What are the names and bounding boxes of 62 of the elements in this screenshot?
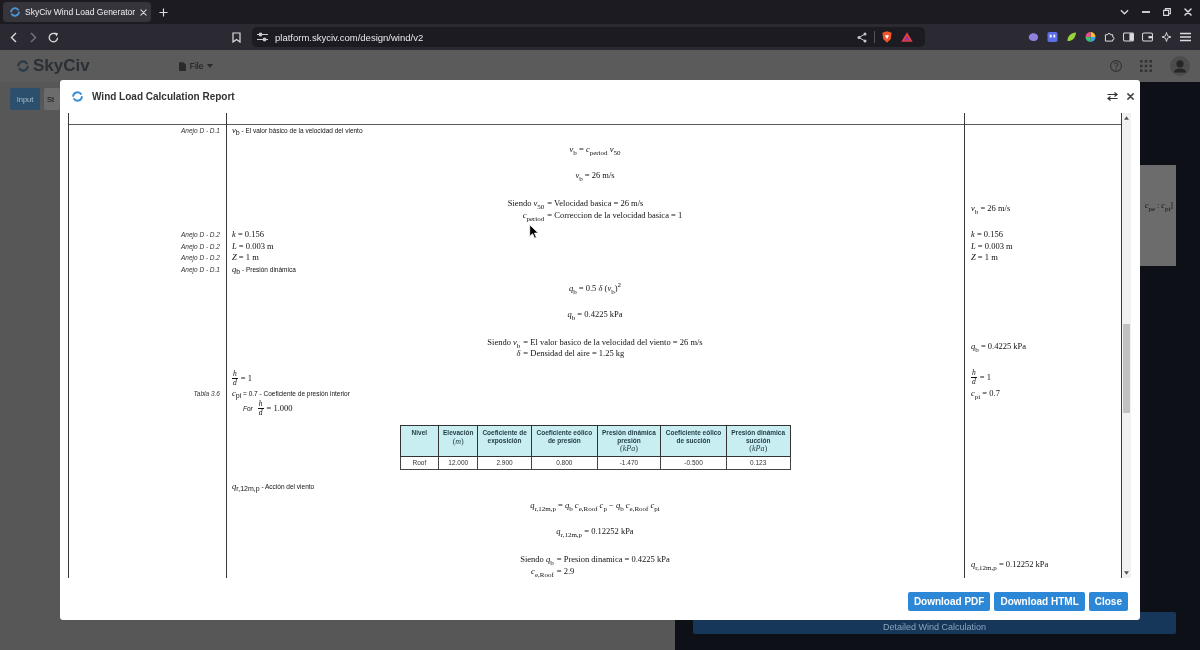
sidebar-icon[interactable] bbox=[1123, 32, 1134, 42]
equation: q$_{b}$ = 0.5 δ (v$_{b}$)$^{2}$ bbox=[568, 281, 622, 294]
logo-icon bbox=[72, 91, 83, 102]
arrow-down-icon[interactable] bbox=[1124, 571, 1129, 575]
equation-line: Siendo v$_{b}$ = El valor basico de la velocidad del viento = 26 m/s bbox=[487, 336, 703, 348]
result-formula: q$_{r,12m,p}$ = 0.12252 kPa bbox=[971, 558, 1049, 571]
caret-icon bbox=[207, 64, 214, 68]
equation-line: Siendo v$_{50}$ = Velocidad basica = 26 m/s bbox=[507, 198, 645, 210]
plus-icon[interactable] bbox=[159, 7, 168, 17]
scrollbar-thumb[interactable] bbox=[1123, 324, 1130, 413]
browser-tab[interactable]: SkyCiv Wind Load Generator bbox=[3, 2, 151, 22]
face-square-icon[interactable] bbox=[1047, 32, 1058, 42]
sliders-icon[interactable] bbox=[257, 32, 268, 42]
restore-icon[interactable] bbox=[1163, 8, 1171, 16]
back-icon[interactable] bbox=[10, 31, 17, 43]
reload-icon[interactable] bbox=[48, 31, 59, 43]
leaf-icon[interactable] bbox=[1066, 32, 1077, 42]
address-bar[interactable]: platform.skyciv.com/design/wind/v2 bbox=[252, 27, 925, 47]
color-wheel-icon[interactable] bbox=[1085, 32, 1096, 42]
scrollbar-track[interactable] bbox=[1122, 113, 1131, 578]
result-formula: L = 0.003 m bbox=[971, 240, 1013, 252]
menu-icon[interactable] bbox=[1180, 32, 1191, 42]
wallet-icon[interactable] bbox=[1142, 32, 1153, 42]
download-pdf-button[interactable]: Download PDF bbox=[907, 592, 991, 611]
equation: q$_{b}$ = 0.4225 kPa bbox=[567, 307, 623, 320]
pointer-cursor-icon bbox=[529, 224, 539, 239]
document-icon bbox=[178, 61, 186, 71]
logo-icon bbox=[17, 60, 29, 72]
chevron-down-icon[interactable] bbox=[1120, 9, 1129, 15]
equation: q$_{r,12m,p}$ = 0.12252 kPa bbox=[556, 525, 634, 537]
logo-icon bbox=[10, 7, 20, 17]
dialog-title: Wind Load Calculation Report bbox=[92, 91, 235, 102]
blob-icon[interactable] bbox=[1028, 32, 1039, 42]
bookmark-icon[interactable] bbox=[232, 31, 241, 43]
result-formula: q$_{b}$ = 0.4225 kPa bbox=[971, 341, 1027, 353]
triangle-icon[interactable] bbox=[901, 32, 913, 42]
equation: v$_{b}$ = 26 m/s bbox=[575, 169, 615, 181]
equation-line: c$_{period}$ = Correccion de la velocidad basica = 1 bbox=[521, 209, 683, 221]
equation: q$_{r,12m,p}$ = q$_{b}$ c$_{e,Roof}$ c$_{p}$ − q$_{b}$ c$_{e,Roof}$ c$_{pi}$ bbox=[530, 499, 660, 511]
download-html-button[interactable]: Download HTML bbox=[994, 592, 1085, 611]
equation-line: Siendo q$_{b}$ = Presion dinamica = 0.4225 kPa bbox=[520, 554, 670, 566]
share-icon[interactable] bbox=[857, 31, 867, 43]
result-formula: c$_{pi}$ = 0.7 bbox=[971, 387, 1000, 399]
shield-icon[interactable] bbox=[882, 31, 892, 43]
url-text: platform.skyciv.com/design/wind/v2 bbox=[275, 31, 424, 43]
formula: c$_{pe}$ : c$_{pi}$] bbox=[1144, 201, 1173, 210]
result-formula: Z = 1 m bbox=[971, 252, 998, 264]
equation-line: c$_{e,Roof}$ = 2.9 bbox=[530, 565, 576, 577]
arrow-up-icon[interactable] bbox=[1124, 116, 1129, 120]
formula: Z = 1 m bbox=[232, 252, 259, 264]
puzzle-icon[interactable] bbox=[1104, 32, 1115, 42]
result-formula: v$_{b}$ = 26 m/s bbox=[971, 202, 1011, 215]
swap-arrows-icon[interactable] bbox=[1107, 92, 1118, 101]
result-formula: k = 0.156 bbox=[971, 229, 1003, 241]
formula: L = 0.003 m bbox=[232, 240, 274, 252]
sparkle-icon[interactable] bbox=[1161, 32, 1172, 42]
equation: v$_{b}$ = c$_{period}$ v$_{50}$ bbox=[569, 143, 621, 155]
close-button[interactable]: Close bbox=[1088, 592, 1128, 611]
close-icon[interactable] bbox=[1127, 93, 1134, 100]
formula: k = 0.156 bbox=[232, 229, 264, 241]
forward-icon[interactable] bbox=[30, 31, 37, 43]
equation-line: δ = Densidad del aire = 1.25 kg bbox=[515, 348, 626, 360]
